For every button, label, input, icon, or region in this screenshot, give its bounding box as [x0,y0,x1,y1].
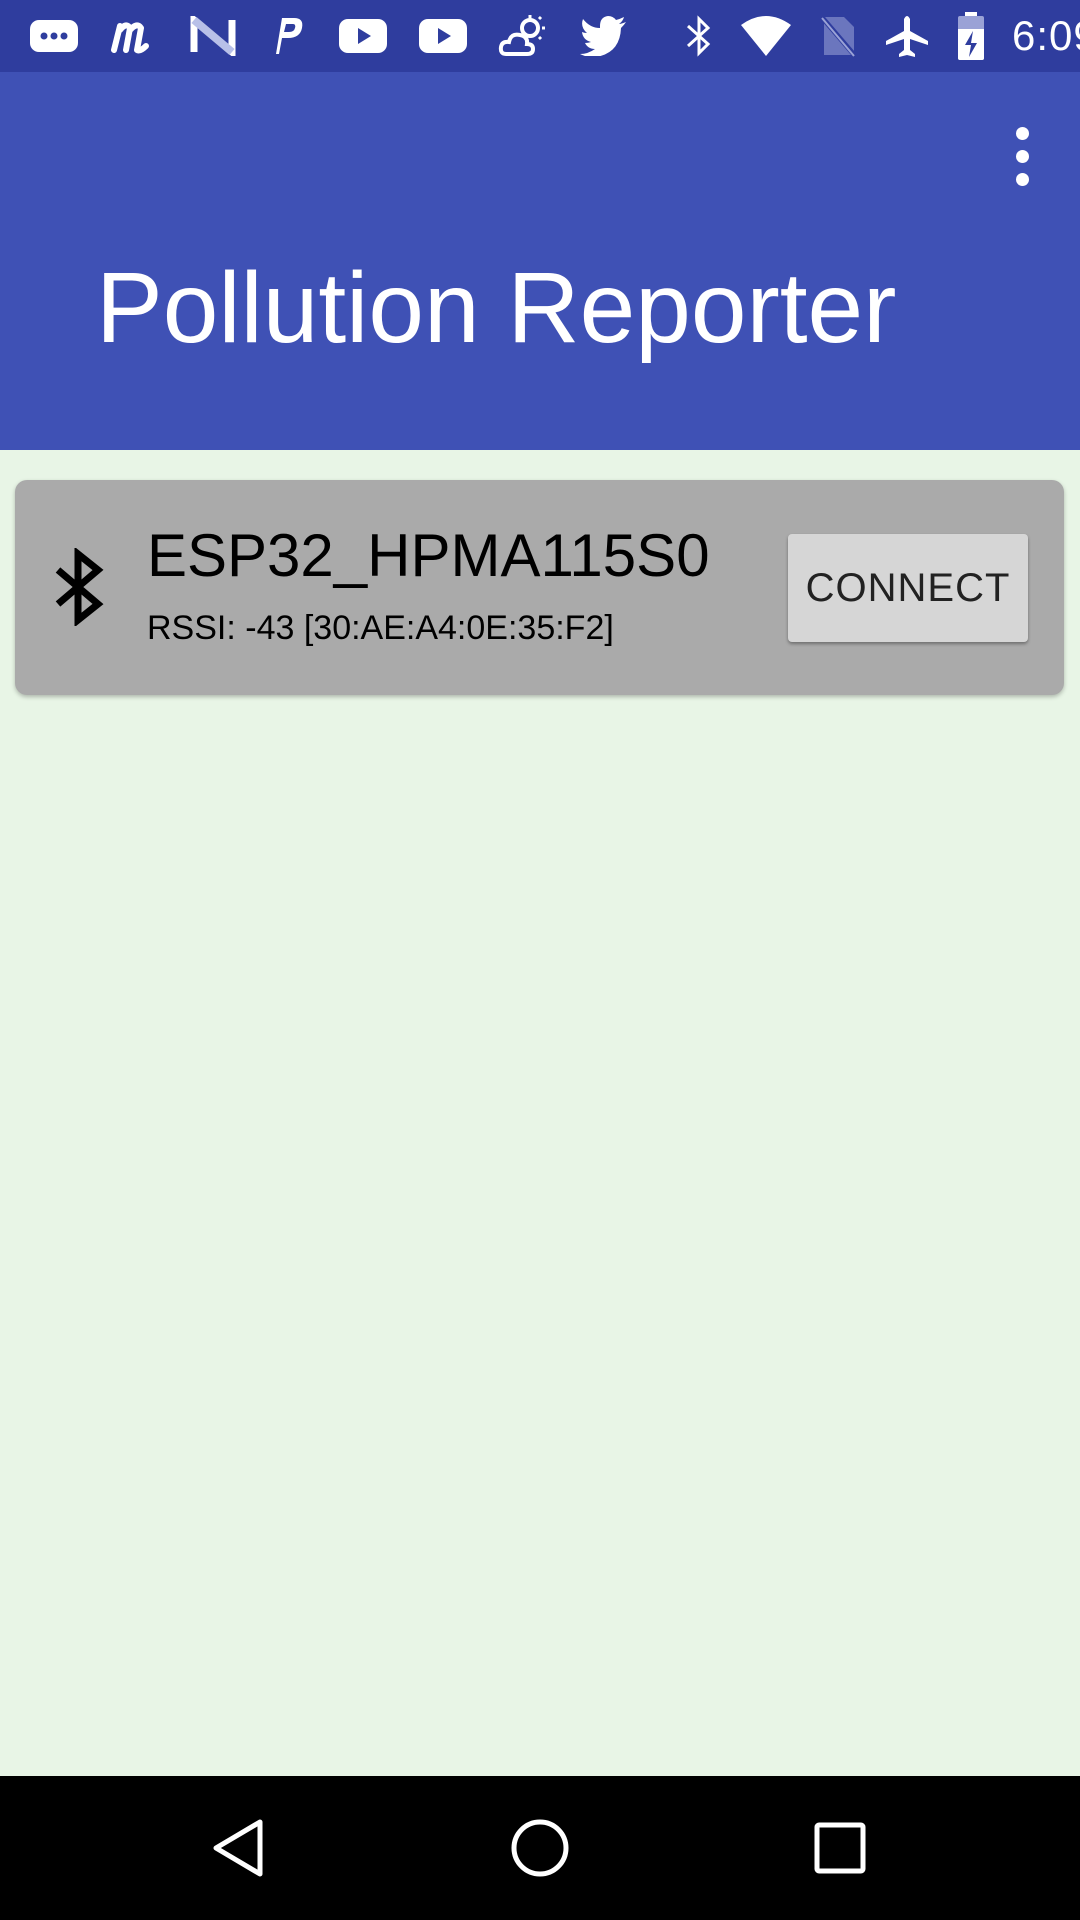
weather-icon [498,14,550,58]
status-bar: 6:09 [0,0,1080,72]
messages-icon [28,16,80,56]
home-icon[interactable] [490,1798,590,1898]
paypal-icon [266,14,308,58]
device-rssi-address: RSSI: -43 [30:AE:A4:0E:35:F2] [147,609,614,647]
app-title: Pollution Reporter [96,252,897,364]
notification-icons [28,14,658,58]
youtube-icon [338,18,388,54]
navigation-bar [0,1776,1080,1920]
youtube-icon [418,18,468,54]
overflow-menu-icon[interactable] [986,120,1058,192]
no-sim-icon [818,13,858,59]
moovit-icon [110,16,160,56]
connect-button[interactable]: CONNECT [788,534,1028,642]
app-bar: Pollution Reporter [0,72,1080,450]
twitter-icon [580,16,628,56]
nova-icon [190,16,236,56]
recents-icon[interactable] [790,1798,890,1898]
clock: 6:09 [1012,12,1080,59]
bluetooth-icon [684,14,714,58]
bluetooth-icon [48,546,110,631]
device-name: ESP32_HPMA115S0 [147,522,710,589]
battery-icon [956,11,986,61]
wifi-icon [740,15,792,57]
system-icons: 6:09 [658,11,1080,61]
airplane-icon [884,13,930,59]
back-icon[interactable] [190,1798,290,1898]
